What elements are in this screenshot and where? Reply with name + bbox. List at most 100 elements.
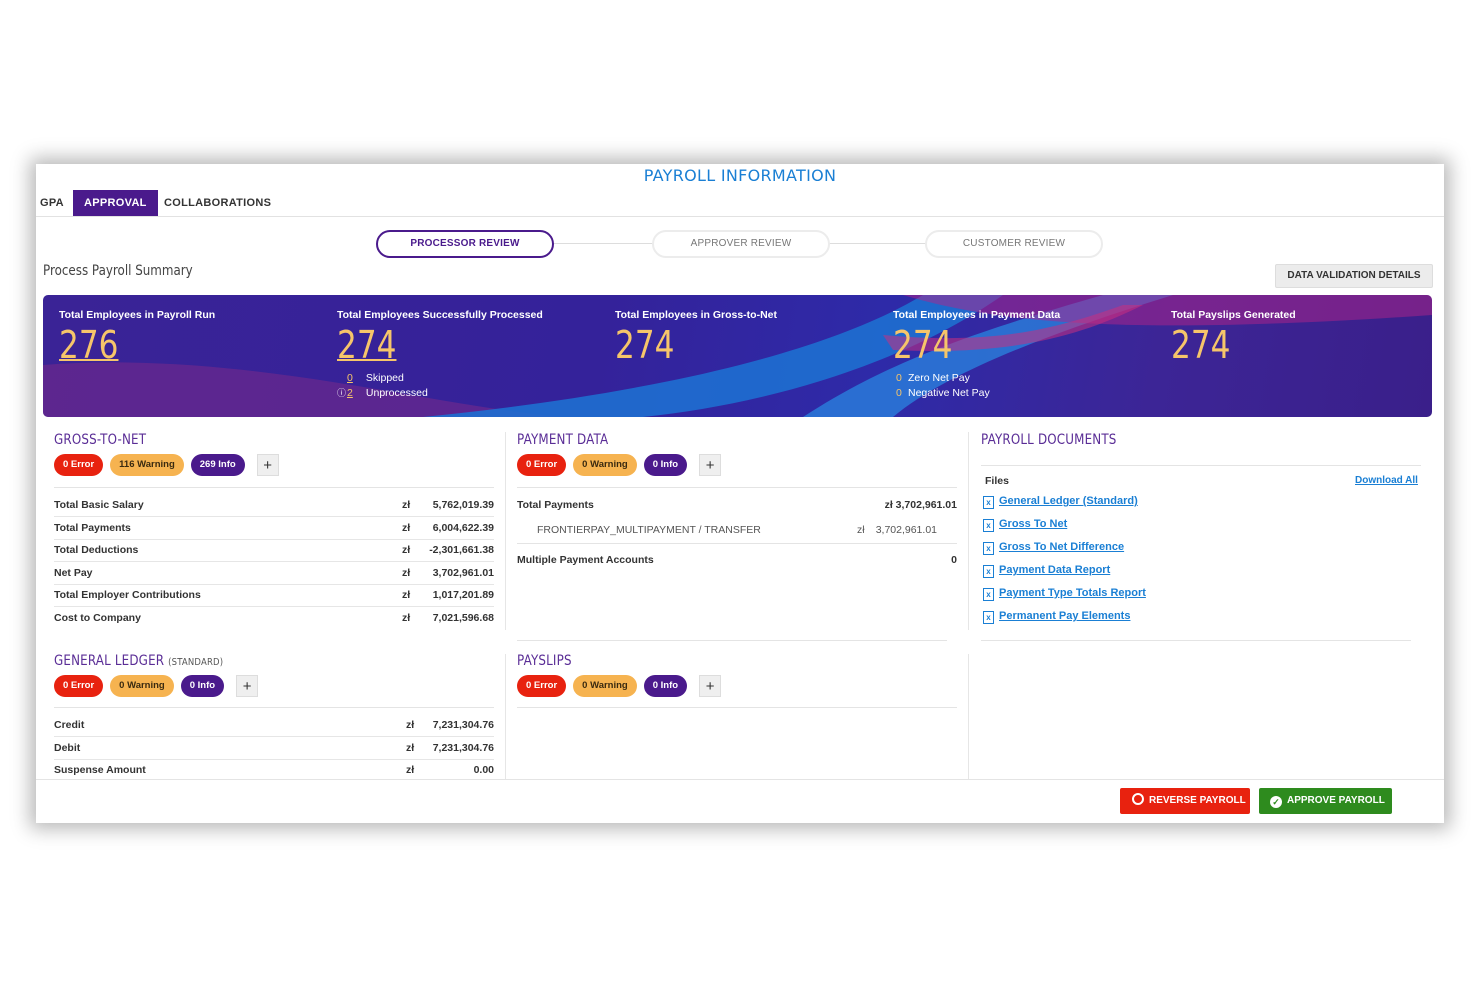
row-amount: -2,301,661.38 — [429, 544, 494, 556]
approve-payroll-button[interactable]: ✓ APPROVE PAYROLL — [1259, 788, 1392, 814]
unprocessed-count[interactable]: 2 — [347, 386, 363, 401]
stat-label: Total Employees in Payment Data — [893, 309, 1061, 321]
document-link[interactable]: x Permanent Pay Elements — [983, 610, 1130, 626]
table-row: Total Payments zł 6,004,622.39 — [54, 517, 494, 540]
error-badge[interactable]: 0 Error — [517, 675, 567, 697]
error-badge[interactable]: 0 Error — [517, 454, 567, 476]
total-payments-row: Total Payments zł 3,702,961.01 — [517, 494, 957, 516]
page-title: PAYROLL INFORMATION — [643, 166, 837, 185]
file-icon: x — [983, 519, 994, 532]
general-ledger-badges: 0 Error 0 Warning 0 Info + — [54, 675, 259, 697]
document-name: Payment Type Totals Report — [999, 587, 1146, 599]
row-amount: 5,762,019.39 — [432, 499, 494, 511]
step-approver-review[interactable]: APPROVER REVIEW — [652, 230, 830, 258]
info-badge[interactable]: 269 Info — [190, 454, 245, 476]
info-badge[interactable]: 0 Info — [643, 454, 688, 476]
gross-to-net-section: GROSS-TO-NET 0 Error 116 Warning 269 Inf… — [54, 432, 494, 632]
row-currency: zł — [402, 544, 411, 556]
warning-badge[interactable]: 0 Warning — [110, 675, 174, 697]
tab-gpa[interactable]: GPA — [40, 190, 64, 216]
document-link[interactable]: x Payment Type Totals Report — [983, 587, 1146, 603]
stat-payslips-generated: Total Payslips Generated 274 — [1171, 309, 1296, 367]
column-divider — [505, 432, 506, 630]
multiple-accounts-value: 0 — [951, 554, 957, 566]
stat-sub-skipped: 0 Skipped — [337, 371, 543, 386]
error-badge[interactable]: 0 Error — [54, 454, 104, 476]
tab-collaborations[interactable]: COLLABORATIONS — [164, 190, 271, 216]
add-button[interactable]: + — [699, 454, 722, 476]
data-validation-details-button[interactable]: DATA VALIDATION DETAILS — [1275, 264, 1433, 288]
row-separator — [517, 543, 957, 544]
download-all-link[interactable]: Download All — [1355, 475, 1418, 486]
document-link[interactable]: x General Ledger (Standard) — [983, 495, 1138, 511]
stat-value: 274 — [615, 323, 675, 367]
reverse-payroll-button[interactable]: REVERSE PAYROLL — [1120, 788, 1250, 814]
document-name: General Ledger (Standard) — [999, 495, 1138, 507]
error-badge[interactable]: 0 Error — [54, 675, 104, 697]
stat-value[interactable]: 274 — [337, 323, 506, 367]
add-button[interactable]: + — [699, 675, 722, 697]
row-currency: zł — [402, 612, 411, 624]
document-name: Permanent Pay Elements — [999, 610, 1131, 622]
gross-to-net-badges: 0 Error 116 Warning 269 Info + — [54, 454, 279, 476]
step-processor-review[interactable]: PROCESSOR REVIEW — [376, 230, 554, 258]
row-label: Total Payments — [54, 522, 131, 534]
warning-badge[interactable]: 116 Warning — [110, 454, 184, 476]
warning-badge[interactable]: 0 Warning — [573, 675, 637, 697]
file-icon: x — [983, 542, 994, 555]
document-name: Payment Data Report — [999, 564, 1111, 576]
payment-method-row: FRONTIERPAY_MULTIPAYMENT / TRANSFER zł 3… — [537, 519, 937, 541]
multiple-accounts-label: Multiple Payment Accounts — [517, 554, 654, 566]
warning-badge[interactable]: 0 Warning — [573, 454, 637, 476]
step-customer-review[interactable]: CUSTOMER REVIEW — [925, 230, 1103, 258]
negative-net-pay-count: 0 — [896, 387, 902, 399]
row-label: Total Basic Salary — [54, 499, 144, 511]
row-currency: zł — [406, 719, 415, 731]
gross-to-net-title: GROSS-TO-NET — [54, 432, 147, 448]
stepper-connector — [550, 243, 654, 244]
column-divider — [968, 432, 969, 630]
row-currency: zł — [402, 589, 411, 601]
document-link[interactable]: x Payment Data Report — [983, 564, 1110, 580]
payroll-documents-title: PAYROLL DOCUMENTS — [981, 432, 1117, 448]
row-label: Total Employer Contributions — [54, 589, 201, 601]
payment-method-currency: zł — [857, 524, 865, 536]
skipped-count[interactable]: 0 — [347, 371, 363, 386]
payslips-section: PAYSLIPS 0 Error 0 Warning 0 Info + — [517, 653, 957, 783]
tab-approval[interactable]: APPROVAL — [73, 190, 158, 216]
section-separator — [981, 465, 1421, 466]
unprocessed-label: Unprocessed — [365, 387, 428, 399]
stat-label: Total Payslips Generated — [1171, 309, 1296, 321]
info-circle-icon: ⓘ — [337, 388, 347, 398]
payslips-badges: 0 Error 0 Warning 0 Info + — [517, 675, 722, 697]
info-badge[interactable]: 0 Info — [180, 675, 225, 697]
section-separator — [517, 707, 957, 708]
summary-banner: Total Employees in Payroll Run 276 Total… — [43, 295, 1432, 417]
payment-data-title: PAYMENT DATA — [517, 432, 609, 448]
general-ledger-title-text: GENERAL LEDGER — [54, 653, 165, 669]
stat-successfully-processed: Total Employees Successfully Processed 2… — [337, 309, 543, 401]
document-link[interactable]: x Gross To Net — [983, 518, 1067, 534]
row-label: Net Pay — [54, 567, 93, 579]
row-label: Cost to Company — [54, 612, 141, 624]
stat-value[interactable]: 276 — [59, 323, 187, 367]
stat-sub-zero-net-pay: 0 Zero Net Pay — [893, 371, 1060, 386]
info-badge[interactable]: 0 Info — [643, 675, 688, 697]
document-name: Gross To Net — [999, 518, 1068, 530]
file-icon: x — [983, 565, 994, 578]
row-amount: 0.00 — [473, 764, 494, 776]
stat-label: Total Employees in Gross-to-Net — [615, 309, 777, 321]
payment-data-badges: 0 Error 0 Warning 0 Info + — [517, 454, 722, 476]
tab-bar: GPA APPROVAL COLLABORATIONS — [36, 190, 1444, 217]
table-row: Debit zł 7,231,304.76 — [54, 737, 494, 760]
stat-sub-negative-net-pay: 0 Negative Net Pay — [893, 386, 1060, 401]
stepper-connector — [826, 243, 926, 244]
add-button[interactable]: + — [256, 454, 279, 476]
document-link[interactable]: x Gross To Net Difference — [983, 541, 1124, 557]
file-icon: x — [983, 588, 994, 601]
payment-method-value: 3,702,961.01 — [875, 524, 937, 536]
stat-total-employees: Total Employees in Payroll Run 276 — [59, 309, 215, 367]
stat-sub-list: 0 Zero Net Pay 0 Negative Net Pay — [893, 371, 1060, 401]
add-button[interactable]: + — [236, 675, 259, 697]
payment-data-section: PAYMENT DATA 0 Error 0 Warning 0 Info + … — [517, 432, 957, 632]
